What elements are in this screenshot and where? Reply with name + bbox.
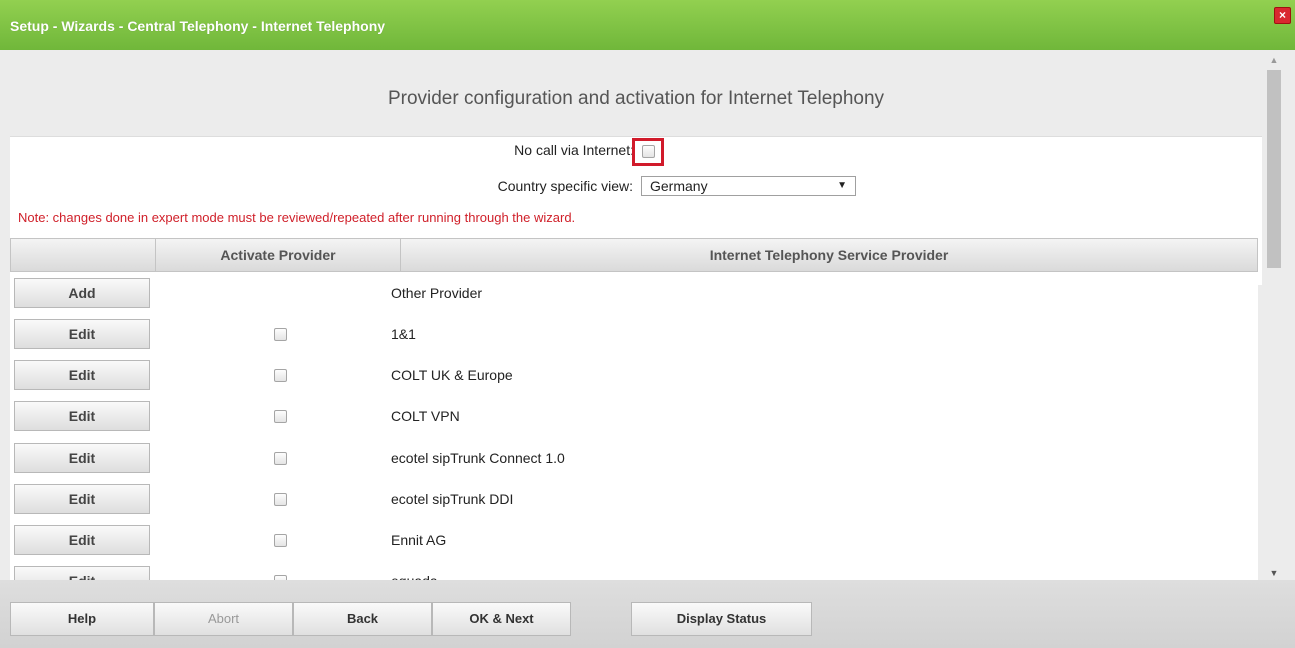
provider-name: COLT VPN — [391, 408, 460, 424]
country-label: Country specific view: — [497, 178, 633, 194]
table-row: Edit ecotel sipTrunk Connect 1.0 — [10, 437, 1258, 478]
table-row: Add Other Provider — [10, 272, 1258, 313]
title-bar: Setup - Wizards - Central Telephony - In… — [0, 0, 1295, 50]
help-button[interactable]: Help — [10, 602, 154, 636]
header-action — [11, 239, 155, 271]
no-call-label: No call via Internet: — [514, 142, 634, 158]
edit-button[interactable]: Edit — [14, 443, 150, 473]
abort-button[interactable]: Abort — [154, 602, 293, 636]
content-area: Provider configuration and activation fo… — [10, 50, 1262, 580]
vertical-scrollbar[interactable]: ▲ ▼ — [1265, 50, 1283, 580]
footer-bar: Help Abort Back OK & Next Display Status — [0, 580, 1295, 648]
table-row: Edit COLT VPN — [10, 395, 1258, 436]
edit-button[interactable]: Edit — [14, 566, 150, 580]
activate-checkbox[interactable] — [274, 493, 287, 506]
edit-button[interactable]: Edit — [14, 360, 150, 390]
edit-button[interactable]: Edit — [14, 319, 150, 349]
activate-checkbox[interactable] — [274, 452, 287, 465]
country-select[interactable]: Germany ▼ — [641, 176, 856, 196]
back-button[interactable]: Back — [293, 602, 432, 636]
header-activate-provider: Activate Provider — [155, 239, 400, 271]
provider-list: Add Other Provider Edit 1&1 Edit COLT UK… — [10, 272, 1258, 580]
table-row: Edit ecotel sipTrunk DDI — [10, 478, 1258, 519]
table-row: Edit Ennit AG — [10, 519, 1258, 560]
page-heading-area: Provider configuration and activation fo… — [10, 50, 1262, 136]
add-button[interactable]: Add — [14, 278, 150, 308]
table-row: Edit 1&1 — [10, 313, 1258, 354]
header-service-provider: Internet Telephony Service Provider — [400, 239, 1257, 271]
activate-checkbox[interactable] — [274, 534, 287, 547]
highlight-box — [632, 138, 664, 166]
chevron-down-icon: ▼ — [837, 180, 847, 191]
table-row: Edit COLT UK & Europe — [10, 354, 1258, 395]
table-header: Activate Provider Internet Telephony Ser… — [10, 238, 1258, 272]
provider-name: 1&1 — [391, 326, 416, 342]
display-status-button[interactable]: Display Status — [631, 602, 812, 636]
provider-name: Other Provider — [391, 285, 483, 301]
close-button[interactable]: × — [1274, 7, 1291, 24]
scroll-down-icon[interactable]: ▼ — [1265, 566, 1283, 580]
edit-button[interactable]: Edit — [14, 401, 150, 431]
provider-name: Ennit AG — [391, 532, 447, 548]
table-row: Edit equada — [10, 560, 1258, 580]
provider-name: equada — [391, 573, 438, 580]
activate-checkbox[interactable] — [274, 369, 287, 382]
country-select-value: Germany — [650, 178, 708, 194]
scrollbar-thumb[interactable] — [1267, 70, 1281, 268]
close-icon: × — [1278, 8, 1286, 22]
provider-name: ecotel sipTrunk DDI — [391, 491, 514, 507]
expert-mode-note: Note: changes done in expert mode must b… — [18, 210, 576, 225]
provider-name: COLT UK & Europe — [391, 367, 513, 383]
activate-checkbox[interactable] — [274, 410, 287, 423]
window-title: Setup - Wizards - Central Telephony - In… — [10, 18, 386, 34]
provider-name: ecotel sipTrunk Connect 1.0 — [391, 450, 565, 466]
edit-button[interactable]: Edit — [14, 525, 150, 555]
activate-checkbox[interactable] — [274, 328, 287, 341]
edit-button[interactable]: Edit — [14, 484, 150, 514]
page-heading: Provider configuration and activation fo… — [387, 88, 885, 109]
scroll-up-icon[interactable]: ▲ — [1265, 53, 1283, 67]
ok-next-button[interactable]: OK & Next — [432, 602, 571, 636]
